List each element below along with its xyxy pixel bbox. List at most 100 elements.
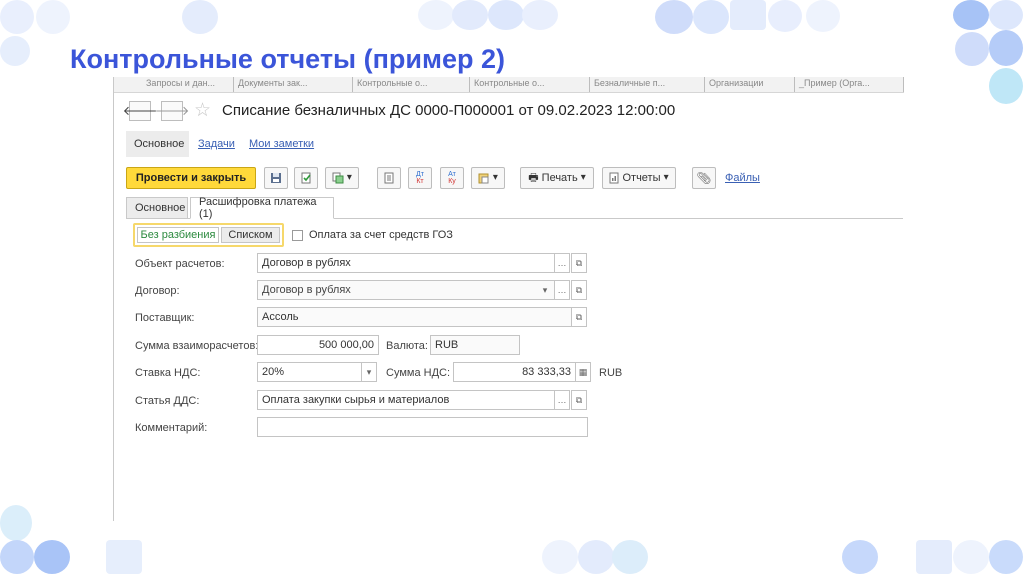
files-link[interactable]: Файлы [725, 167, 760, 189]
post-and-close-button[interactable]: Провести и закрыть [126, 167, 256, 189]
chevron-down-icon: ▾ [663, 172, 669, 183]
amount-label: Сумма взаиморасчетов: [135, 340, 259, 352]
no-split-option[interactable]: Без разбиения [137, 227, 219, 243]
currency-field[interactable]: RUB [430, 335, 520, 355]
amount-field[interactable]: 500 000,00 [257, 335, 379, 355]
decor-square [106, 540, 142, 574]
document-list-icon [384, 172, 394, 184]
subnav-tasks[interactable]: Задачи [198, 131, 235, 157]
calculator-icon[interactable]: ▦ [575, 362, 591, 382]
decor-circle [842, 540, 878, 574]
goz-checkbox[interactable] [292, 230, 303, 241]
decor-circle [0, 36, 30, 66]
post-button[interactable] [294, 167, 318, 189]
at-ku-button[interactable]: Ат Ку [440, 167, 464, 189]
subnav-notes[interactable]: Мои заметки [249, 131, 314, 157]
decor-circle [182, 0, 218, 34]
decor-circle [955, 32, 989, 66]
decor-circle [0, 540, 34, 574]
document-title: Списание безналичных ДС 0000-П000001 от … [222, 102, 676, 119]
window-tab[interactable]: _Пример (Орга... [795, 77, 904, 92]
print-button[interactable]: 🖶 Печать ▾ [520, 167, 594, 189]
reports-label: Отчеты [622, 172, 661, 184]
tab-payment-details[interactable]: Расшифровка платежа (1) [190, 196, 334, 220]
decor-circle [418, 0, 454, 30]
arrow-right-icon: 🡒 [154, 103, 190, 118]
printer-icon: 🖶 [528, 171, 539, 184]
decor-circle [0, 0, 34, 34]
star-icon[interactable]: ☆ [194, 99, 211, 122]
chevron-down-icon: ▾ [490, 172, 498, 183]
arrow-left-icon: 🡐 [122, 103, 158, 118]
select-button[interactable]: … [554, 253, 570, 273]
decor-circle [0, 505, 32, 541]
attach-file-button[interactable]: 📎︎ [692, 167, 716, 189]
forward-button[interactable]: 🡒 [155, 101, 189, 121]
window-tab[interactable]: Контрольные о... [353, 77, 470, 92]
decor-circle [578, 540, 614, 574]
vat-rate-label: Ставка НДС: [135, 367, 201, 379]
print-label: Печать [541, 172, 578, 184]
decor-circle [953, 0, 989, 30]
window-tab[interactable]: Организации [705, 77, 795, 92]
vat-currency-label: RUB [599, 367, 623, 379]
open-icon[interactable]: ⧉ [571, 253, 587, 273]
tab-main[interactable]: Основное [126, 197, 188, 219]
slide-title: Контрольные отчеты (пример 2) [70, 44, 505, 74]
reports-button[interactable]: Отчеты ▾ [602, 167, 676, 189]
decor-circle [953, 540, 989, 574]
goz-checkbox-label: Оплата за счет средств ГОЗ [309, 229, 453, 241]
save-button[interactable] [264, 167, 288, 189]
decor-square [730, 0, 766, 30]
at-label: Ат [448, 171, 456, 178]
dropdown-button[interactable]: ▾ [361, 362, 377, 382]
report-icon [609, 172, 619, 184]
list-option[interactable]: Списком [221, 227, 280, 243]
window-tab[interactable]: Контрольные о... [470, 77, 590, 92]
attachments-menu-button[interactable]: ▾ [471, 167, 505, 189]
window-tab[interactable]: Документы зак... [234, 77, 353, 92]
decor-circle [522, 0, 558, 30]
comment-field[interactable] [257, 417, 588, 437]
split-mode-toggle: Без разбиения Списком [133, 223, 284, 247]
kt-label: Кт [416, 178, 424, 185]
contract-label: Договор: [135, 285, 180, 297]
vat-rate-field[interactable]: 20% [257, 362, 362, 382]
decor-circle [542, 540, 578, 574]
floppy-disk-icon [271, 173, 281, 183]
cashflow-item-label: Статья ДДС: [135, 395, 200, 407]
decor-circle [768, 0, 802, 32]
settlement-object-field[interactable]: Договор в рублях [257, 253, 555, 273]
decor-circle [806, 0, 840, 32]
settlement-object-label: Объект расчетов: [135, 258, 225, 270]
select-button[interactable]: … [554, 280, 570, 300]
window-tab[interactable]: Безналичные п... [590, 77, 705, 92]
decor-circle [989, 30, 1023, 66]
open-icon[interactable]: ⧉ [571, 307, 587, 327]
structure-button[interactable] [377, 167, 401, 189]
subnav-main[interactable]: Основное [126, 131, 189, 157]
comment-label: Комментарий: [135, 422, 208, 434]
contract-field[interactable]: Договор в рублях [257, 280, 555, 300]
select-button[interactable]: … [554, 390, 570, 410]
post-document-icon [301, 172, 311, 184]
dropdown-button[interactable]: ▾ [537, 280, 553, 300]
decor-circle [36, 0, 70, 34]
open-icon[interactable]: ⧉ [571, 280, 587, 300]
vat-amount-field[interactable]: 83 333,33 [453, 362, 576, 382]
chevron-down-icon: ▾ [580, 172, 586, 183]
currency-label: Валюта: [386, 340, 428, 352]
cashflow-item-field[interactable]: Оплата закупки сырья и материалов [257, 390, 555, 410]
decor-circle [989, 68, 1023, 104]
open-icon[interactable]: ⧉ [571, 390, 587, 410]
back-button[interactable]: 🡐 [123, 101, 157, 121]
decor-circle [612, 540, 648, 574]
create-based-on-button[interactable]: ▾ [325, 167, 359, 189]
decor-circle [34, 540, 70, 574]
dt-kt-button[interactable]: Дт Кт [408, 167, 432, 189]
chevron-down-icon: ▾ [344, 172, 352, 183]
window-tab[interactable]: Запросы и дан... [142, 77, 234, 92]
supplier-field[interactable]: Ассоль [257, 307, 572, 327]
create-based-icon [332, 172, 344, 184]
decor-circle [655, 0, 693, 34]
